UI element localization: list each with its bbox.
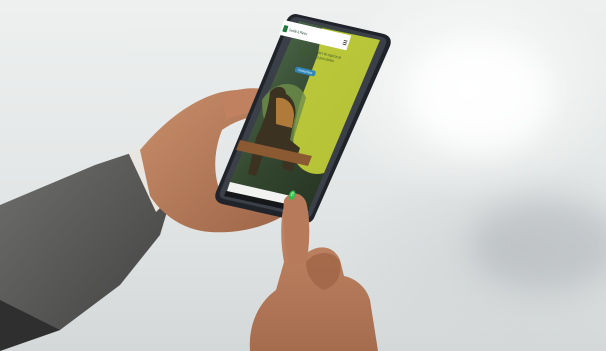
cta-button[interactable]: Conheça Planos (294, 66, 317, 77)
menu-icon[interactable] (342, 39, 348, 45)
whatsapp-icon[interactable]: ✆ (287, 189, 297, 201)
photo-scene: Gestão & Planos Gestão empresarial e de … (0, 0, 606, 351)
hero-heading: Gestão empresarial e de negócios de assi… (297, 45, 342, 64)
brand-name: Gestão & Planos (288, 26, 309, 36)
